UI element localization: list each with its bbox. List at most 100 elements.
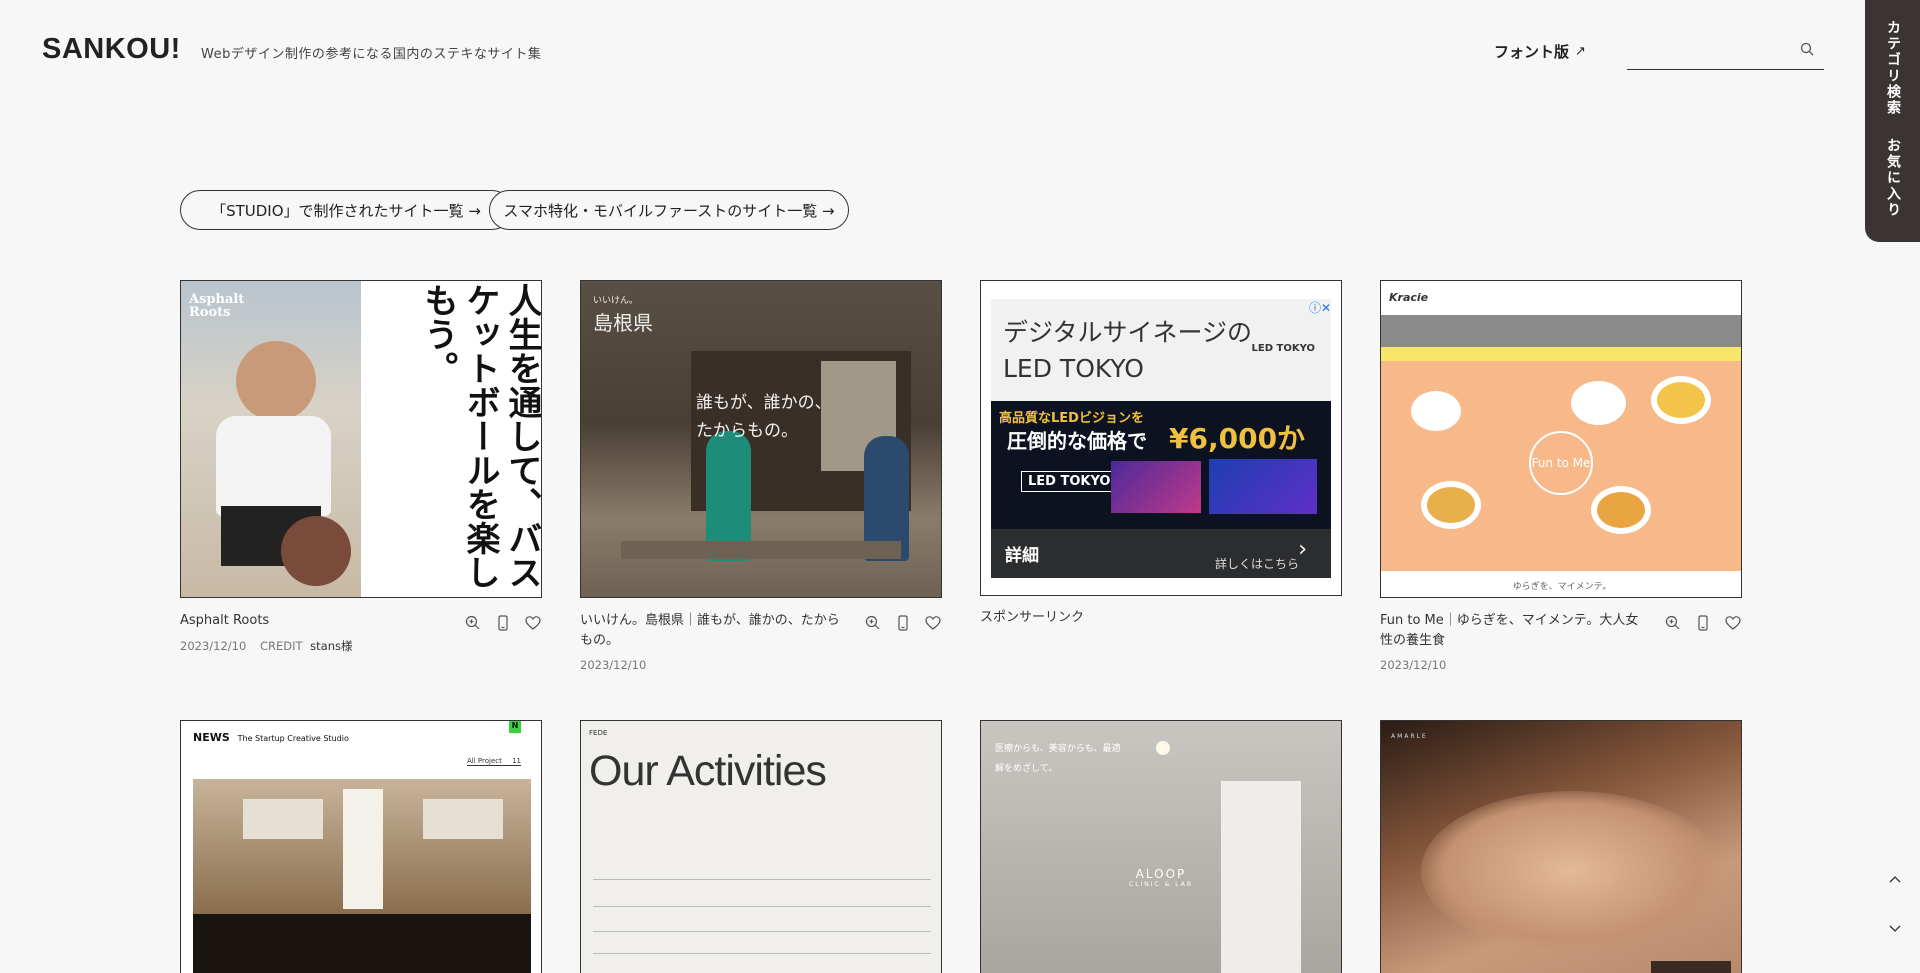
thumb-divider bbox=[593, 953, 931, 954]
thumb-photo-dark bbox=[193, 914, 531, 973]
chevron-up-icon bbox=[1889, 876, 1901, 883]
thumb-photo bbox=[193, 779, 531, 914]
side-tab: カテゴリ検索 お気に入り bbox=[1865, 0, 1920, 242]
thumb-art bbox=[423, 799, 503, 839]
ad-frame: デジタルサイネージのLED TOKYO LED TOKYO ⓘ✕ 高品質なLED… bbox=[980, 280, 1342, 596]
ad-more[interactable]: 詳しくはこちら bbox=[1215, 555, 1299, 572]
thumb-sub: The Startup Creative Studio bbox=[237, 734, 349, 743]
thumb-divider bbox=[593, 931, 931, 932]
card-date: 2023/12/10 bbox=[580, 658, 647, 672]
thumb-divider bbox=[593, 879, 931, 880]
ad-brand-small: LED TOKYO bbox=[1251, 343, 1315, 354]
card-thumbnail[interactable]: 医療からも、美容からも、最適解をめざして。 ALOOP CLINIC & LAB bbox=[980, 720, 1342, 973]
mobile-icon[interactable] bbox=[494, 614, 512, 632]
thumb-copy: 誰もが、誰かの、たからもの。 bbox=[696, 393, 832, 441]
site-tagline: Webデザイン制作の参考になる国内のステキなサイト集 bbox=[201, 47, 542, 62]
ad-choices-icon[interactable]: ⓘ✕ bbox=[1309, 299, 1331, 316]
card-actions bbox=[464, 614, 542, 632]
mobile-icon[interactable] bbox=[894, 614, 912, 632]
card-actions bbox=[864, 614, 942, 632]
search-input[interactable] bbox=[1627, 36, 1787, 66]
ad-detail[interactable]: 詳細 bbox=[1005, 541, 1039, 566]
filter-mobile-first-button[interactable]: スマホ特化・モバイルファーストのサイト一覧 → bbox=[489, 190, 849, 230]
thumb-ball bbox=[281, 516, 351, 586]
card-title[interactable]: Asphalt Roots bbox=[180, 611, 445, 631]
card-credit-name[interactable]: stans様 bbox=[310, 639, 352, 653]
scroll-up-button[interactable] bbox=[1875, 864, 1915, 894]
ad-banner[interactable]: 高品質なLEDビジョンを 圧倒的な価格で ¥6,000から LED TOKYO … bbox=[991, 401, 1331, 578]
font-version-link[interactable]: フォント版 ↗ bbox=[1494, 41, 1586, 62]
ad-brand-logo: LED TOKYO bbox=[1021, 471, 1118, 492]
thumb-notice bbox=[1381, 347, 1741, 361]
zoom-icon[interactable] bbox=[464, 614, 482, 632]
thumb-topbar: Kracie bbox=[1381, 281, 1741, 315]
ad-image-2 bbox=[1209, 459, 1317, 514]
card-thumbnail[interactable]: Kracie Fun to Me ゆらぎを、マイメンテ。 bbox=[1380, 280, 1742, 598]
thumb-logo: Fun to Me bbox=[1529, 431, 1593, 495]
search-box bbox=[1627, 36, 1824, 70]
heart-icon[interactable] bbox=[524, 614, 542, 632]
thumb-copy: 医療からも、美容からも、最適解をめざして。 bbox=[995, 744, 1121, 774]
thumb-curtain bbox=[343, 789, 383, 909]
thumb-logo: 島根県 bbox=[593, 311, 653, 335]
card-thumbnail[interactable]: FEDE Our Activities bbox=[580, 720, 942, 973]
ad-header: デジタルサイネージのLED TOKYO LED TOKYO bbox=[991, 299, 1331, 401]
thumb-figure-shirt bbox=[216, 416, 331, 516]
favorites-tab[interactable]: お気に入り bbox=[1883, 138, 1903, 218]
card-thumbnail[interactable]: Asphalt Roots 人生を通して、バスケットボールを楽しもう。 bbox=[180, 280, 542, 598]
thumb-logo-text: NEWS bbox=[193, 731, 230, 744]
heart-icon[interactable] bbox=[1724, 614, 1742, 632]
thumb-logo: ALOOP CLINIC & LAB bbox=[1129, 867, 1193, 888]
thumb-badge: N bbox=[509, 721, 521, 733]
scroll-down-button[interactable] bbox=[1875, 914, 1915, 944]
thumb-bowl bbox=[1421, 481, 1481, 529]
card-thumbnail[interactable]: いいけん。 島根県 誰もが、誰かの、たからもの。 bbox=[580, 280, 942, 598]
thumb-button bbox=[1651, 961, 1731, 973]
thumb-figure-head bbox=[236, 341, 316, 421]
thumb-bench bbox=[621, 541, 901, 559]
mobile-icon[interactable] bbox=[1694, 614, 1712, 632]
zoom-icon[interactable] bbox=[1664, 614, 1682, 632]
card-meta: 2023/12/10 bbox=[1380, 658, 1446, 672]
site-card[interactable]: いいけん。 島根県 誰もが、誰かの、たからもの。 いいけん。島根県｜誰もが、誰か… bbox=[580, 280, 942, 680]
ad-image-1 bbox=[1111, 461, 1201, 513]
sponsored-card[interactable]: デジタルサイネージのLED TOKYO LED TOKYO ⓘ✕ 高品質なLED… bbox=[980, 280, 1342, 640]
chevron-down-icon bbox=[1889, 925, 1901, 932]
thumb-bowl bbox=[1651, 376, 1711, 424]
card-meta: 2023/12/10 bbox=[580, 658, 646, 672]
site-card[interactable]: Kracie Fun to Me ゆらぎを、マイメンテ。 Fun to Me｜ゆ… bbox=[1380, 280, 1742, 680]
thumb-photo: Asphalt Roots bbox=[181, 281, 361, 597]
site-card[interactable]: Asphalt Roots 人生を通して、バスケットボールを楽しもう。 Asph… bbox=[180, 280, 542, 660]
card-thumbnail[interactable]: NEWS The Startup Creative Studio N All P… bbox=[180, 720, 542, 973]
thumb-logo-sub: CLINIC & LAB bbox=[1129, 881, 1193, 888]
card-title[interactable]: Fun to Me｜ゆらぎを、マイメンテ。大人女性の養生食 bbox=[1380, 611, 1645, 651]
heart-icon[interactable] bbox=[924, 614, 942, 632]
card-actions bbox=[1664, 614, 1742, 632]
ad-sub: 高品質なLEDビジョンを bbox=[999, 411, 1144, 426]
thumb-divider bbox=[593, 906, 931, 907]
card-title[interactable]: いいけん。島根県｜誰もが、誰かの、たからもの。 bbox=[580, 611, 845, 651]
card-thumbnail[interactable]: AMARLE bbox=[1380, 720, 1742, 973]
external-link-icon: ↗ bbox=[1575, 44, 1586, 59]
thumb-bowl bbox=[1571, 381, 1626, 425]
ad-headline: デジタルサイネージのLED TOKYO bbox=[1003, 318, 1253, 383]
thumb-art bbox=[243, 799, 323, 839]
category-search-tab[interactable]: カテゴリ検索 bbox=[1883, 20, 1903, 116]
ad-footer: 詳細 詳しくはこちら › bbox=[991, 529, 1331, 578]
thumb-face bbox=[1421, 791, 1721, 951]
thumb-logo: Asphalt Roots bbox=[189, 292, 245, 320]
zoom-icon[interactable] bbox=[864, 614, 882, 632]
ad-chevron-right-icon[interactable]: › bbox=[1298, 537, 1307, 562]
thumb-nav bbox=[1381, 315, 1741, 347]
thumb-headline: Our Activities bbox=[589, 747, 827, 795]
thumb-count: 11 bbox=[512, 757, 521, 765]
site-logo[interactable]: SANKOU! bbox=[42, 33, 181, 66]
thumb-copy: 人生を通して、バスケットボールを楽しもう。 bbox=[418, 283, 542, 589]
filter-studio-button[interactable]: 「STUDIO」で制作されたサイト一覧 → bbox=[180, 190, 512, 230]
card-date: 2023/12/10 bbox=[1380, 658, 1447, 672]
search-icon[interactable] bbox=[1800, 42, 1814, 56]
thumb-link: All Project bbox=[466, 757, 502, 765]
thumb-lamp bbox=[1156, 741, 1170, 755]
thumb-bowl bbox=[1591, 486, 1651, 534]
sponsored-label: スポンサーリンク bbox=[980, 610, 1085, 625]
